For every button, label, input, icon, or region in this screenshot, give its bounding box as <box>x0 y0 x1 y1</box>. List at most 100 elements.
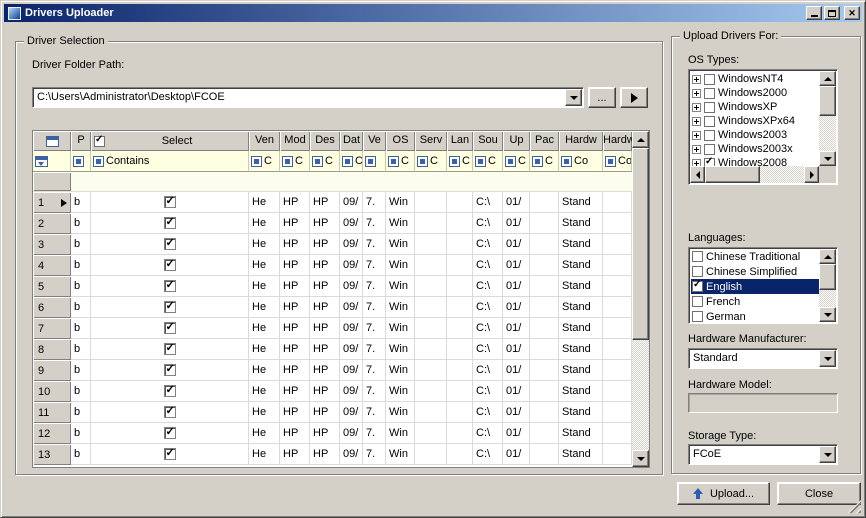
cell-sou[interactable]: C:\ <box>473 381 503 402</box>
cell-p[interactable]: b <box>71 339 91 360</box>
cell-des[interactable]: HP <box>310 318 340 339</box>
cell-serv[interactable] <box>415 213 447 234</box>
cell-up[interactable]: 01/ <box>503 318 530 339</box>
os-type-item[interactable]: Windows2000 <box>691 86 819 100</box>
cell-serv[interactable] <box>415 234 447 255</box>
os-type-checkbox[interactable] <box>704 130 715 141</box>
grid-vertical-scrollbar[interactable] <box>632 131 649 467</box>
cell-mod[interactable]: HP <box>280 213 310 234</box>
cell-dat[interactable]: 09/ <box>340 339 363 360</box>
cell-sou[interactable]: C:\ <box>473 339 503 360</box>
scrollbar-thumb[interactable] <box>819 264 836 290</box>
cell-dat[interactable]: 09/ <box>340 192 363 213</box>
column-header-hardw1[interactable]: Hardw <box>559 131 603 151</box>
browse-button[interactable]: ... <box>588 87 616 108</box>
cell-ven[interactable]: He <box>249 318 280 339</box>
cell-hardw1[interactable]: Stand <box>559 213 603 234</box>
cell-hardw1[interactable]: Stand <box>559 234 603 255</box>
column-header-pac[interactable]: Pac <box>530 131 559 151</box>
cell-up[interactable]: 01/ <box>503 192 530 213</box>
column-header-ven[interactable]: Ven <box>249 131 280 151</box>
table-row[interactable]: 12bHeHPHP09/7.WinC:\01/Stand <box>33 423 632 444</box>
filter-cell-p[interactable] <box>71 151 91 172</box>
cell-hardw1[interactable]: Stand <box>559 297 603 318</box>
expand-plus-icon[interactable] <box>692 117 701 126</box>
cell-os[interactable]: Win <box>386 318 415 339</box>
language-item[interactable]: Chinese Simplified <box>691 264 819 279</box>
row-select-checkbox[interactable] <box>164 217 176 229</box>
cell-hardw1[interactable]: Stand <box>559 276 603 297</box>
cell-pac[interactable] <box>530 381 559 402</box>
filter-cell-pac[interactable]: C <box>530 151 559 172</box>
filter-cell-serv[interactable]: C <box>415 151 447 172</box>
cell-hardw2[interactable] <box>603 192 632 213</box>
cell-select[interactable] <box>91 255 249 276</box>
filter-cell-os[interactable]: C <box>386 151 415 172</box>
cell-serv[interactable] <box>415 255 447 276</box>
cell-p[interactable]: b <box>71 255 91 276</box>
cell-sou[interactable]: C:\ <box>473 213 503 234</box>
row-select-checkbox[interactable] <box>164 280 176 292</box>
language-checkbox[interactable] <box>692 266 703 277</box>
cell-mod[interactable]: HP <box>280 234 310 255</box>
cell-p[interactable]: b <box>71 444 91 465</box>
cell-mod[interactable]: HP <box>280 402 310 423</box>
row-number-cell[interactable]: 12 <box>33 423 71 444</box>
cell-serv[interactable] <box>415 423 447 444</box>
cell-hardw2[interactable] <box>603 276 632 297</box>
cell-up[interactable]: 01/ <box>503 444 530 465</box>
grid-corner-cell[interactable] <box>33 131 71 151</box>
cell-dat[interactable]: 09/ <box>340 276 363 297</box>
cell-des[interactable]: HP <box>310 381 340 402</box>
cell-up[interactable]: 01/ <box>503 234 530 255</box>
cell-ven[interactable]: He <box>249 192 280 213</box>
filter-cell-des[interactable]: C <box>310 151 340 172</box>
os-type-item[interactable]: WindowsXP <box>691 100 819 114</box>
cell-serv[interactable] <box>415 192 447 213</box>
os-types-list[interactable]: WindowsNT4Windows2000WindowsXPWindowsXPx… <box>688 69 838 185</box>
hardware-manufacturer-value[interactable]: Standard <box>693 352 817 364</box>
cell-select[interactable] <box>91 444 249 465</box>
column-header-select[interactable]: Select <box>91 131 249 151</box>
cell-hardw2[interactable] <box>603 213 632 234</box>
expand-plus-icon[interactable] <box>692 75 701 84</box>
cell-up[interactable]: 01/ <box>503 255 530 276</box>
language-checkbox[interactable] <box>692 296 703 307</box>
column-header-hardw2[interactable]: Hardw <box>603 131 632 151</box>
cell-serv[interactable] <box>415 339 447 360</box>
filter-cell-sou[interactable]: C <box>473 151 503 172</box>
cell-ve[interactable]: 7. <box>363 318 386 339</box>
cell-des[interactable]: HP <box>310 234 340 255</box>
row-select-checkbox[interactable] <box>164 427 176 439</box>
cell-up[interactable]: 01/ <box>503 360 530 381</box>
cell-dat[interactable]: 09/ <box>340 423 363 444</box>
cell-ve[interactable]: 7. <box>363 423 386 444</box>
cell-serv[interactable] <box>415 381 447 402</box>
cell-select[interactable] <box>91 297 249 318</box>
cell-hardw1[interactable]: Stand <box>559 402 603 423</box>
cell-os[interactable]: Win <box>386 360 415 381</box>
os-type-checkbox[interactable] <box>704 74 715 85</box>
scrollbar-thumb[interactable] <box>819 86 836 116</box>
table-row[interactable]: 10bHeHPHP09/7.WinC:\01/Stand <box>33 381 632 402</box>
row-select-checkbox[interactable] <box>164 238 176 250</box>
cell-pac[interactable] <box>530 339 559 360</box>
cell-mod[interactable]: HP <box>280 381 310 402</box>
cell-hardw2[interactable] <box>603 402 632 423</box>
cell-lan[interactable] <box>447 234 473 255</box>
upload-button[interactable]: Upload... <box>677 482 770 505</box>
cell-serv[interactable] <box>415 360 447 381</box>
cell-lan[interactable] <box>447 444 473 465</box>
cell-p[interactable]: b <box>71 192 91 213</box>
column-header-sou[interactable]: Sou <box>473 131 503 151</box>
row-number-cell[interactable]: 3 <box>33 234 71 255</box>
cell-ven[interactable]: He <box>249 444 280 465</box>
cell-des[interactable]: HP <box>310 297 340 318</box>
cell-sou[interactable]: C:\ <box>473 423 503 444</box>
cell-ve[interactable]: 7. <box>363 192 386 213</box>
maximize-button[interactable] <box>824 6 840 20</box>
table-row[interactable]: 9bHeHPHP09/7.WinC:\01/Stand <box>33 360 632 381</box>
row-number-cell[interactable]: 8 <box>33 339 71 360</box>
expand-plus-icon[interactable] <box>692 131 701 140</box>
cell-os[interactable]: Win <box>386 444 415 465</box>
